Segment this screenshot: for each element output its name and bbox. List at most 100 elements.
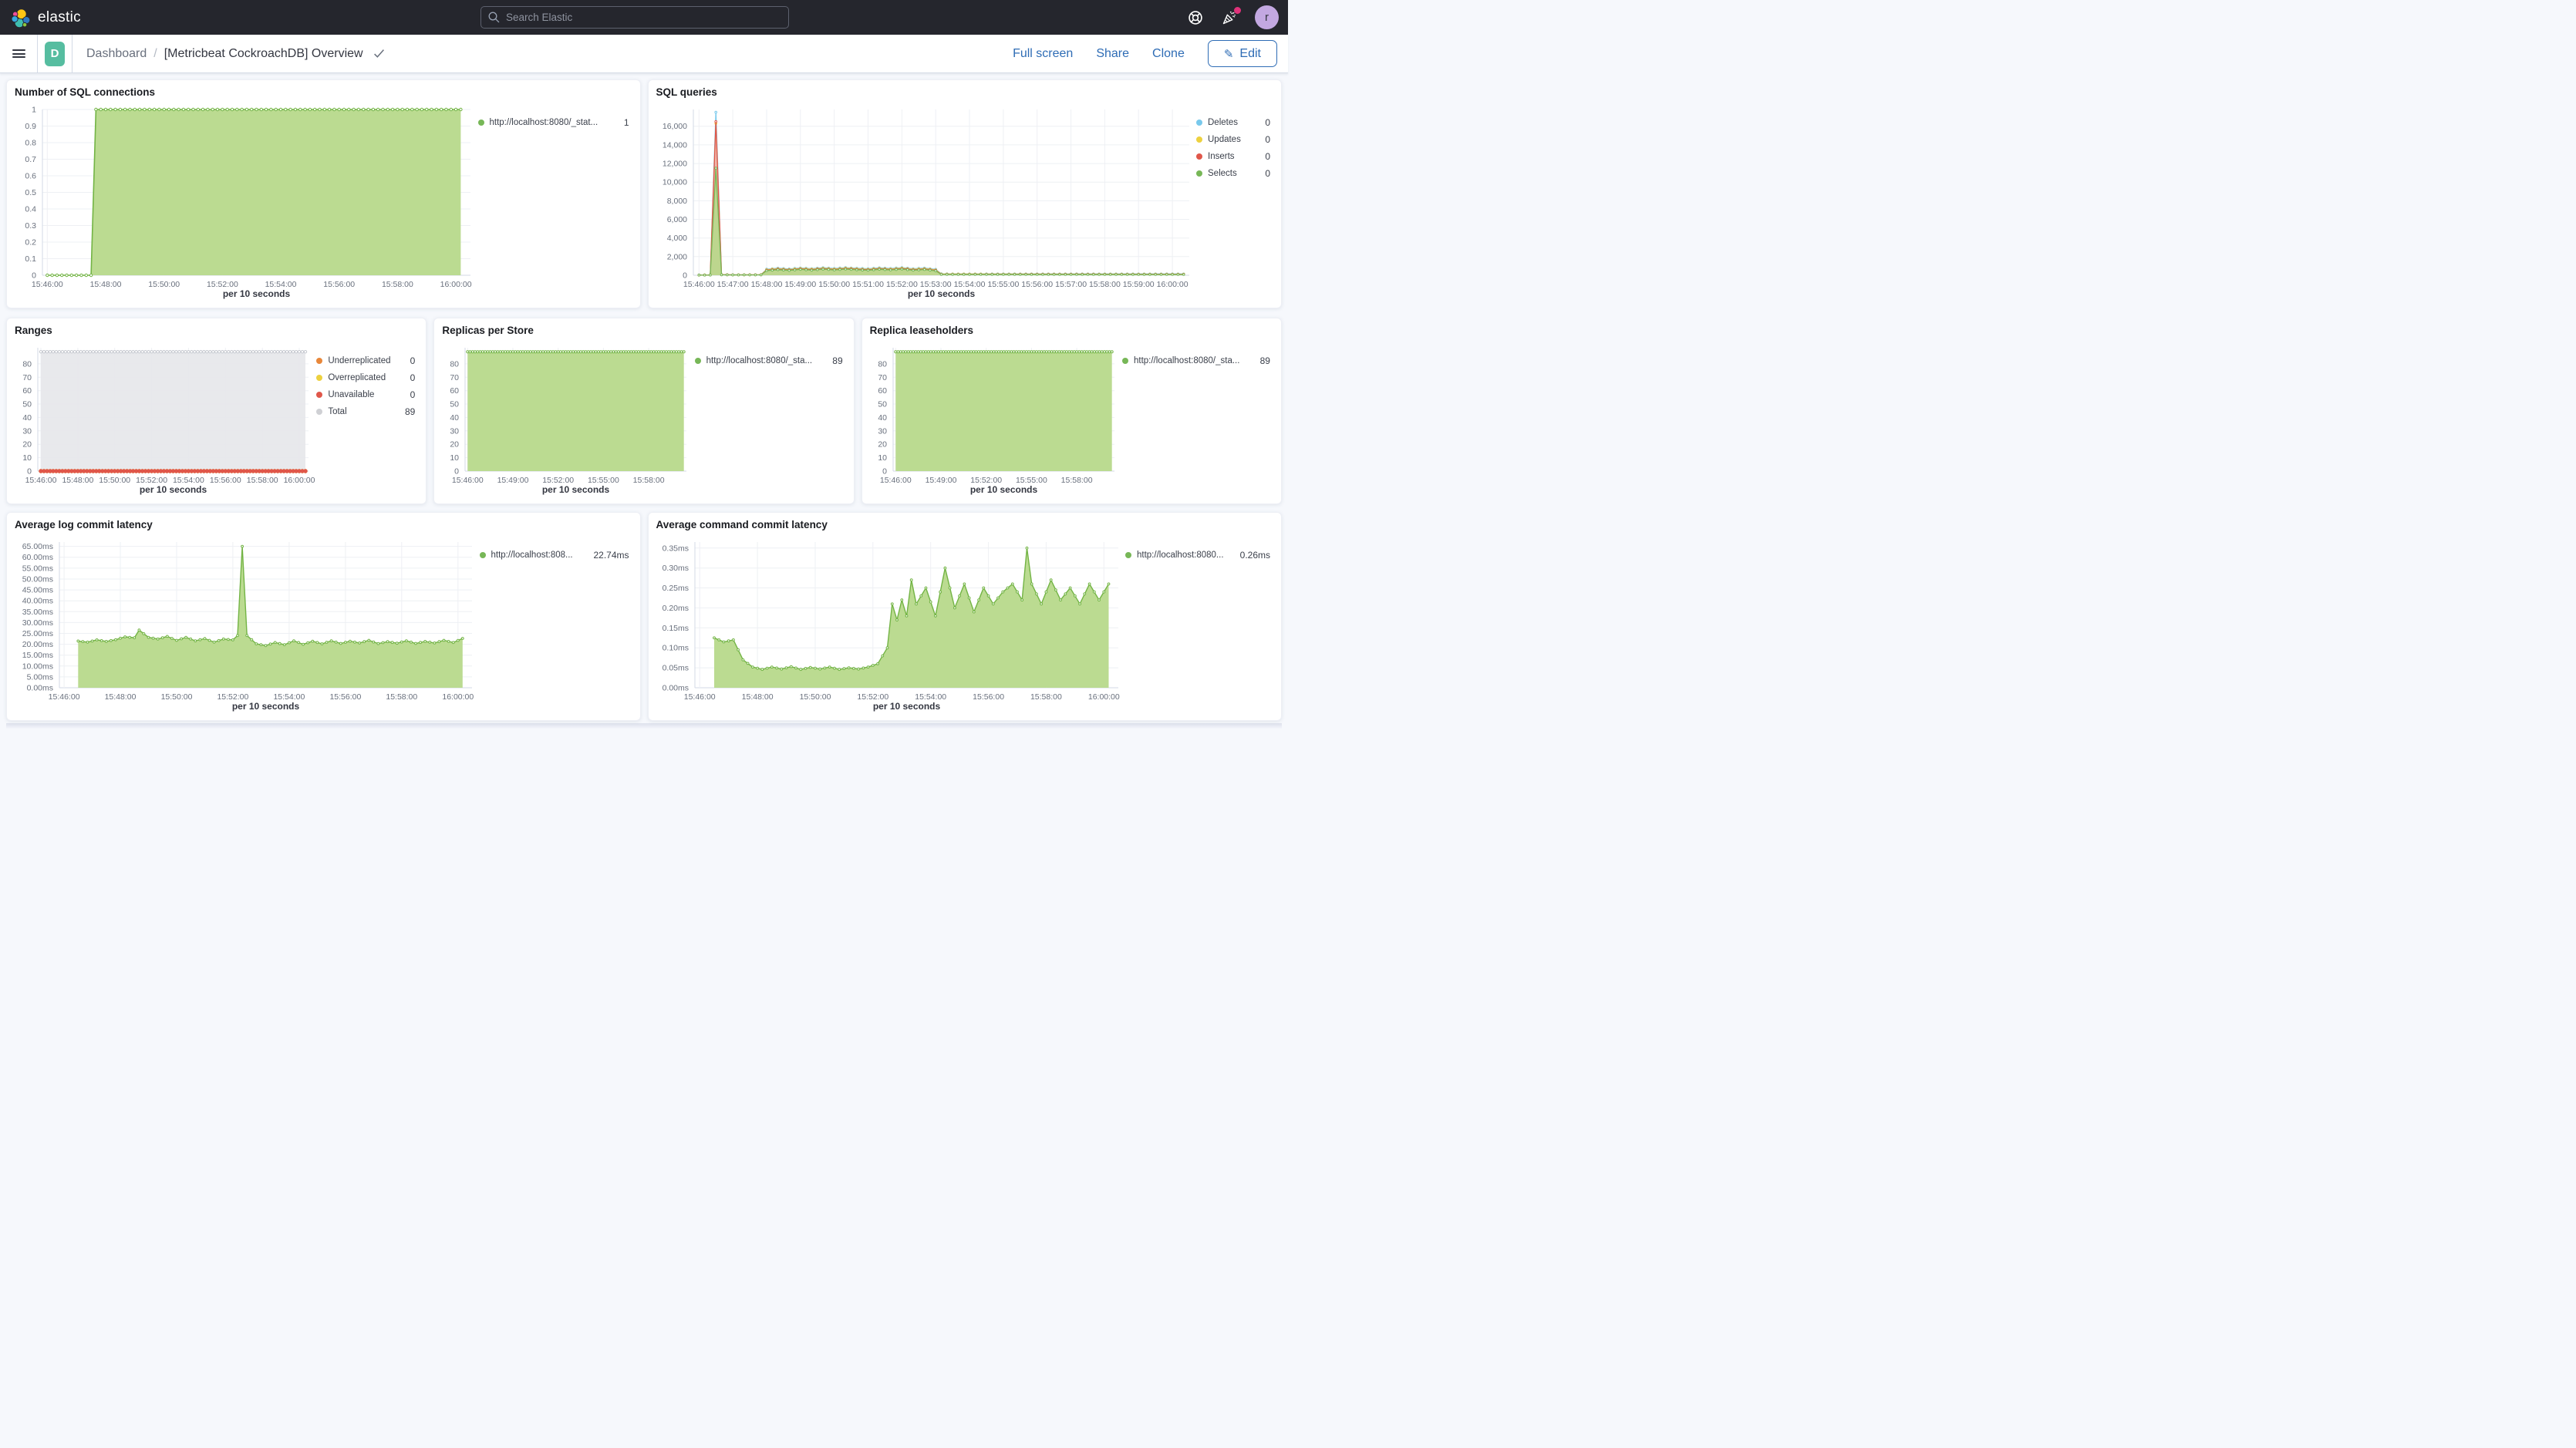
legend-series-label: http://localhost:808...	[491, 551, 589, 560]
legend-series-value: 0	[1265, 151, 1270, 162]
avatar-initial: r	[1265, 11, 1269, 24]
chart-legend: Deletes0Updates0Inserts0Selects0	[1196, 103, 1273, 301]
legend-item[interactable]: http://localhost:8080/_sta...89	[1122, 352, 1270, 369]
legend-series-value: 0	[1265, 134, 1270, 145]
legend-item[interactable]: http://localhost:8080/_stat...1	[478, 114, 629, 131]
legend-series-label: http://localhost:8080/_sta...	[706, 356, 828, 365]
legend-series-label: Selects	[1208, 169, 1260, 178]
chart-average-command-commit-latency[interactable]: 0.00ms0.05ms0.10ms0.15ms0.20ms0.25ms0.30…	[656, 536, 1126, 714]
panel-title: Average log commit latency	[15, 519, 632, 536]
svg-text:15:56:00: 15:56:00	[973, 692, 1004, 702]
svg-text:15:49:00: 15:49:00	[497, 476, 529, 485]
dashboard-app-badge[interactable]: D	[38, 35, 72, 72]
legend-item[interactable]: Overreplicated0	[316, 369, 415, 386]
legend-series-label: Inserts	[1208, 152, 1260, 161]
notification-dot	[1234, 7, 1241, 14]
menu-button[interactable]	[0, 35, 37, 72]
svg-text:10: 10	[450, 453, 460, 463]
svg-text:50: 50	[22, 400, 32, 409]
chart-sql-queries[interactable]: 02,0004,0006,0008,00010,00012,00014,0001…	[656, 103, 1197, 301]
share-button[interactable]: Share	[1096, 47, 1129, 61]
svg-text:15:56:00: 15:56:00	[1021, 280, 1053, 289]
svg-text:0.00ms: 0.00ms	[27, 684, 53, 693]
dashboard-header-bar: D Dashboard / [Metricbeat CockroachDB] O…	[0, 35, 1288, 73]
svg-text:70: 70	[22, 373, 32, 382]
panel-replicas-per-store: Replicas per Store 0102030405060708015:4…	[433, 318, 854, 504]
user-avatar[interactable]: r	[1255, 5, 1279, 29]
legend-series-label: http://localhost:8080/_stat...	[490, 118, 619, 127]
legend-item[interactable]: http://localhost:8080/_sta...89	[695, 352, 843, 369]
svg-text:50.00ms: 50.00ms	[22, 575, 53, 584]
breadcrumb: Dashboard / [Metricbeat CockroachDB] Ove…	[72, 35, 385, 72]
legend-item[interactable]: Deletes0	[1196, 114, 1270, 131]
svg-text:16:00:00: 16:00:00	[442, 692, 474, 702]
legend-series-dot	[316, 392, 322, 398]
chart-replicas-per-store[interactable]: 0102030405060708015:46:0015:49:0015:52:0…	[442, 342, 694, 497]
svg-text:per 10 seconds: per 10 seconds	[907, 288, 975, 299]
svg-text:20: 20	[450, 440, 460, 450]
help-button[interactable]	[1187, 9, 1204, 26]
panel-title: Ranges	[15, 325, 418, 342]
chart-legend: http://localhost:8080/_stat...1	[478, 103, 632, 301]
search-input[interactable]	[480, 6, 789, 29]
svg-text:0.8: 0.8	[25, 139, 36, 148]
top-navigation-bar: elastic	[0, 0, 1288, 35]
svg-text:per 10 seconds: per 10 seconds	[872, 701, 940, 712]
chart-average-log-commit-latency[interactable]: 0.00ms5.00ms10.00ms15.00ms20.00ms25.00ms…	[15, 536, 480, 714]
legend-series-value: 89	[1260, 355, 1270, 366]
full-screen-button[interactable]: Full screen	[1013, 47, 1073, 61]
svg-text:15:50:00: 15:50:00	[818, 280, 850, 289]
svg-text:15:46:00: 15:46:00	[25, 476, 57, 485]
svg-text:per 10 seconds: per 10 seconds	[140, 484, 207, 495]
svg-text:1: 1	[32, 106, 36, 115]
svg-text:40: 40	[22, 413, 32, 423]
svg-text:15:46:00: 15:46:00	[880, 476, 912, 485]
legend-series-label: Underreplicated	[328, 356, 405, 365]
legend-item[interactable]: Updates0	[1196, 131, 1270, 148]
svg-text:0.4: 0.4	[25, 205, 36, 214]
chart-replica-leaseholders[interactable]: 0102030405060708015:46:0015:49:0015:52:0…	[870, 342, 1122, 497]
svg-text:10: 10	[22, 453, 32, 463]
svg-text:0.6: 0.6	[25, 172, 36, 181]
elastic-logo[interactable]: elastic	[0, 8, 81, 28]
svg-text:16:00:00: 16:00:00	[284, 476, 315, 485]
edit-button[interactable]: ✎ Edit	[1208, 40, 1277, 67]
brand-wordmark: elastic	[38, 9, 81, 26]
svg-text:15:55:00: 15:55:00	[987, 280, 1019, 289]
pencil-icon: ✎	[1224, 47, 1234, 61]
svg-text:16:00:00: 16:00:00	[1087, 692, 1119, 702]
breadcrumb-dashboard-link[interactable]: Dashboard	[86, 47, 147, 61]
svg-text:16,000: 16,000	[662, 122, 686, 131]
legend-item[interactable]: Selects0	[1196, 165, 1270, 182]
svg-text:20.00ms: 20.00ms	[22, 640, 53, 649]
legend-item[interactable]: Total89	[316, 403, 415, 420]
legend-item[interactable]: Underreplicated0	[316, 352, 415, 369]
chart-ranges[interactable]: 0102030405060708015:46:0015:48:0015:50:0…	[15, 342, 316, 497]
clone-button[interactable]: Clone	[1152, 47, 1185, 61]
svg-text:15:56:00: 15:56:00	[210, 476, 241, 485]
svg-text:55.00ms: 55.00ms	[22, 564, 53, 573]
legend-item[interactable]: Inserts 0	[1196, 148, 1270, 165]
legend-series-dot	[1196, 120, 1202, 126]
svg-text:60.00ms: 60.00ms	[22, 553, 53, 562]
svg-text:15:48:00: 15:48:00	[741, 692, 773, 702]
svg-text:15:58:00: 15:58:00	[386, 692, 417, 702]
svg-text:40.00ms: 40.00ms	[22, 597, 53, 606]
legend-series-label: http://localhost:8080...	[1137, 551, 1236, 560]
svg-text:15:56:00: 15:56:00	[323, 280, 355, 289]
svg-text:6,000: 6,000	[666, 215, 686, 224]
panel-title: Replica leaseholders	[870, 325, 1273, 342]
legend-item[interactable]: http://localhost:808...22.74ms	[480, 547, 629, 564]
svg-text:15:46:00: 15:46:00	[683, 280, 714, 289]
legend-item[interactable]: Unavailable0	[316, 386, 415, 403]
chart-number-of-sql-connections[interactable]: 00.10.20.30.40.50.60.70.80.9115:46:0015:…	[15, 103, 478, 301]
svg-text:80: 80	[22, 359, 32, 369]
svg-text:14,000: 14,000	[662, 140, 686, 150]
chart-legend: http://localhost:8080/_sta...89	[695, 342, 846, 497]
svg-text:15:58:00: 15:58:00	[1030, 692, 1061, 702]
legend-item[interactable]: http://localhost:8080...0.26ms	[1125, 547, 1270, 564]
whats-new-button[interactable]	[1221, 9, 1238, 26]
svg-text:15:58:00: 15:58:00	[1088, 280, 1120, 289]
svg-text:15:50:00: 15:50:00	[148, 280, 180, 289]
legend-series-label: Unavailable	[328, 390, 405, 399]
